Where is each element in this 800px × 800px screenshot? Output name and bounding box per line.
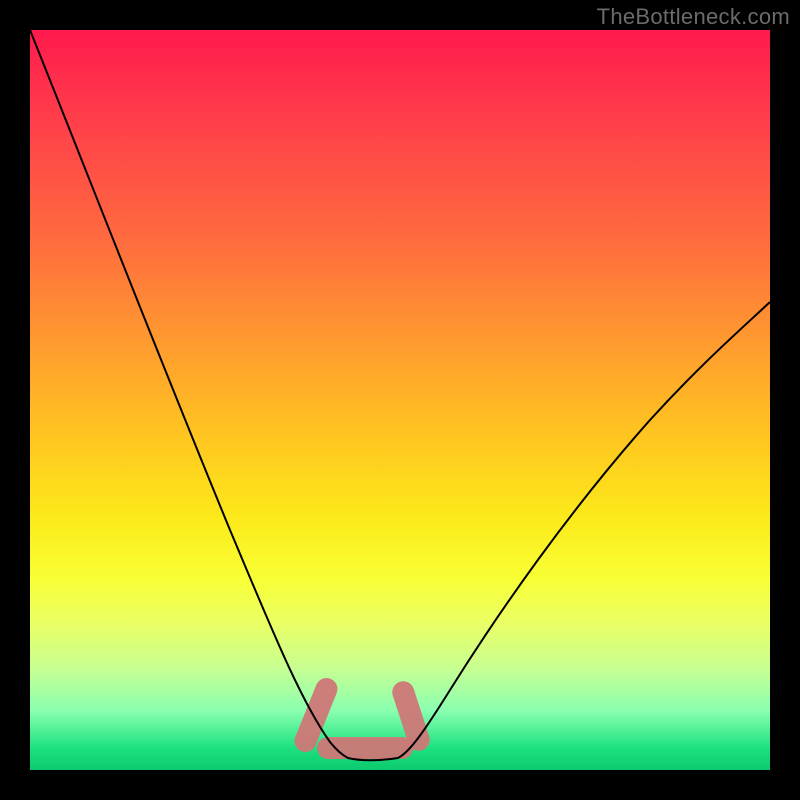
plot-area	[30, 30, 770, 770]
curve-valley	[348, 758, 398, 760]
curve-right-branch	[398, 302, 770, 758]
chart-frame: TheBottleneck.com	[0, 0, 800, 800]
curve-left-branch	[30, 30, 348, 758]
curve-svg	[30, 30, 770, 770]
watermark-text: TheBottleneck.com	[597, 4, 790, 30]
